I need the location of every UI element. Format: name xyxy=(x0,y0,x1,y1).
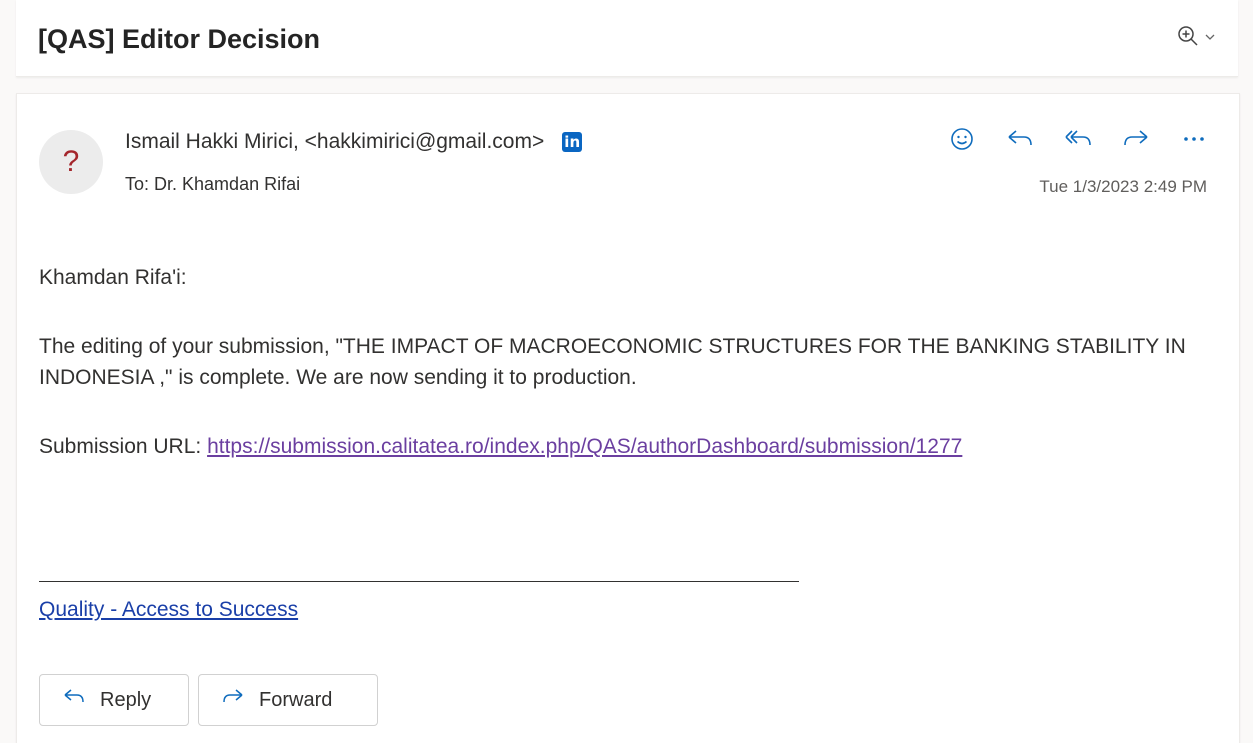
zoom-control[interactable] xyxy=(1176,24,1216,53)
submission-url-line: Submission URL: https://submission.calit… xyxy=(39,431,962,462)
greeting: Khamdan Rifa'i: xyxy=(39,266,187,289)
forward-icon[interactable] xyxy=(1121,124,1151,154)
to-prefix: To: xyxy=(125,174,150,194)
subject-title: [QAS] Editor Decision xyxy=(38,24,321,54)
reply-icon[interactable] xyxy=(1005,124,1035,154)
recipient-line: To: Dr. Khamdan Rifai xyxy=(125,174,300,195)
signature: Quality - Access to Success xyxy=(39,594,298,625)
message-timestamp: Tue 1/3/2023 2:49 PM xyxy=(1039,177,1207,196)
sender-name[interactable]: Ismail Hakki Mirici, <hakkimirici@gmail.… xyxy=(125,130,544,154)
zoom-in-icon[interactable] xyxy=(1176,24,1200,53)
message-actions xyxy=(947,124,1209,154)
message-card: ? Ismail Hakki Mirici, <hakkimirici@gmai… xyxy=(16,93,1240,743)
chevron-down-icon[interactable] xyxy=(1204,30,1216,48)
reply-button[interactable]: Reply xyxy=(39,674,189,726)
recipient-name[interactable]: Dr. Khamdan Rifai xyxy=(154,174,300,194)
body-paragraph: The editing of your submission, "THE IMP… xyxy=(39,335,1186,389)
signature-link[interactable]: Quality - Access to Success xyxy=(39,598,298,621)
forward-button[interactable]: Forward xyxy=(198,674,378,726)
submission-url-label: Submission URL: xyxy=(39,435,202,458)
subject-header: [QAS] Editor Decision xyxy=(16,0,1238,77)
submission-url-link[interactable]: https://submission.calitatea.ro/index.ph… xyxy=(207,435,962,458)
signature-divider xyxy=(39,581,799,582)
forward-label: Forward xyxy=(259,688,333,711)
more-icon[interactable] xyxy=(1179,124,1209,154)
emoji-icon[interactable] xyxy=(947,124,977,154)
avatar[interactable]: ? xyxy=(39,130,103,194)
linkedin-icon[interactable]: in xyxy=(562,132,583,152)
forward-icon xyxy=(221,687,245,713)
reply-label: Reply xyxy=(100,688,152,711)
reply-icon xyxy=(62,687,86,713)
reply-all-icon[interactable] xyxy=(1063,124,1093,154)
sender-line: Ismail Hakki Mirici, <hakkimirici@gmail.… xyxy=(125,130,583,154)
